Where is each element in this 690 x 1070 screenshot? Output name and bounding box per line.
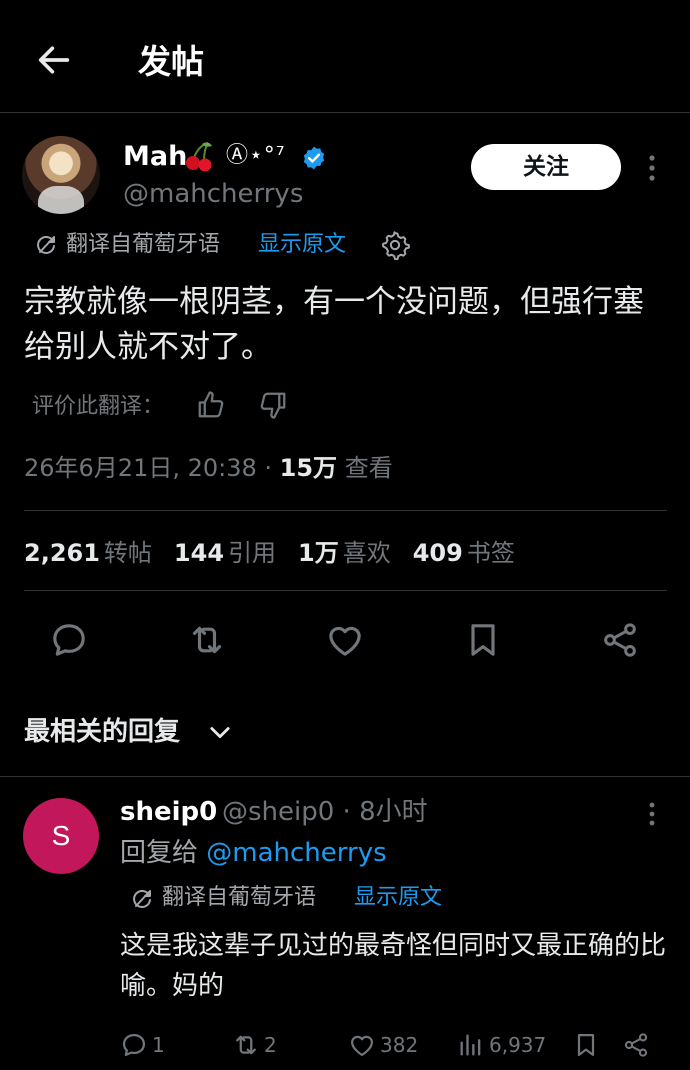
divider: [0, 776, 690, 777]
show-original-link[interactable]: 显示原文: [258, 229, 346, 261]
reply-show-original-link[interactable]: 显示原文: [354, 882, 442, 914]
page-title: 发帖: [138, 42, 204, 81]
follow-button[interactable]: 关注: [471, 144, 621, 190]
view-count: 6,937: [489, 1033, 547, 1057]
like-heart-icon: [350, 1035, 374, 1057]
reposts-label[interactable]: 转帖: [104, 539, 152, 567]
views-count: 15万: [279, 454, 338, 482]
reply-count: 1: [152, 1033, 165, 1057]
replies-sort-toggle[interactable]: 最相关的回复: [24, 714, 180, 750]
views-label: 查看: [337, 454, 393, 482]
top-bar: [0, 0, 690, 113]
more-options-icon[interactable]: [640, 150, 664, 186]
likes-count[interactable]: 1万: [298, 539, 339, 567]
gear-icon[interactable]: [380, 230, 410, 260]
bookmark-icon[interactable]: [463, 620, 503, 660]
rate-translation-label: 评价此翻译：: [32, 394, 165, 419]
cherry-icon: [186, 142, 212, 172]
translate-icon: [133, 890, 151, 908]
bookmarks-count[interactable]: 409: [413, 539, 463, 567]
author-avatar[interactable]: [22, 136, 100, 214]
reply-like-button[interactable]: 382: [348, 1030, 418, 1060]
thumbs-down-icon[interactable]: [258, 390, 288, 420]
author-name[interactable]: Mah: [123, 140, 187, 174]
reply-translation-label: 翻译自葡萄牙语: [162, 885, 317, 910]
repost-icon: [236, 1035, 256, 1055]
reposts-count[interactable]: 2,261: [24, 539, 100, 567]
reply-icon[interactable]: [49, 620, 89, 660]
like-count: 382: [380, 1033, 419, 1057]
likes-label[interactable]: 喜欢: [343, 539, 391, 567]
quotes-label[interactable]: 引用: [228, 539, 276, 567]
reply-views-button[interactable]: 6,937: [457, 1030, 546, 1060]
like-heart-icon[interactable]: [325, 620, 365, 660]
share-icon[interactable]: [600, 620, 640, 660]
quotes-count[interactable]: 144: [174, 539, 224, 567]
bookmark-icon: [577, 1033, 595, 1057]
repost-icon[interactable]: [187, 620, 227, 660]
thumbs-up-icon[interactable]: [196, 390, 226, 420]
post-text: 宗教就像一根阴茎，有一个没问题，但强行塞给别人就不对了。: [24, 284, 644, 365]
replying-to-handle[interactable]: @mahcherrys: [206, 838, 386, 868]
reply-author-name[interactable]: sheip0: [120, 795, 217, 829]
back-arrow-icon[interactable]: [34, 40, 74, 80]
reply-avatar[interactable]: S: [23, 798, 99, 874]
divider: [24, 590, 667, 591]
post-timestamp: 26年6月21日, 20:38 ·: [24, 454, 280, 482]
reply-bookmark-button[interactable]: [572, 1030, 600, 1060]
post-stats: 2,261 转帖 144 引用 1万 喜欢 409 书签: [24, 536, 537, 570]
replying-to: 回复给 @mahcherrys: [120, 835, 387, 871]
more-options-icon[interactable]: [640, 798, 664, 830]
reply-repost-button[interactable]: 2: [232, 1030, 277, 1060]
post-metadata: 26年6月21日, 20:38 · 15万 查看: [24, 451, 393, 485]
share-icon: [624, 1033, 648, 1057]
verified-badge-icon: [303, 146, 325, 170]
reply-share-button[interactable]: [622, 1030, 650, 1060]
reply-author-handle[interactable]: @sheip0 · 8小时: [222, 795, 428, 829]
author-name-suffix: Ⓐ⋆°⁷: [226, 143, 286, 168]
bookmarks-label[interactable]: 书签: [467, 539, 515, 567]
reply-reply-button[interactable]: 1: [120, 1030, 165, 1060]
repost-count: 2: [264, 1033, 277, 1057]
reply-text: 这是我这辈子见过的最奇怪但同时又最正确的比喻。妈的: [120, 931, 667, 1001]
reply-icon: [122, 1033, 146, 1057]
chevron-down-icon[interactable]: [206, 718, 234, 746]
translation-label: 翻译自葡萄牙语: [66, 232, 221, 257]
translate-icon: [37, 236, 55, 254]
views-chart-icon: [460, 1034, 481, 1056]
author-handle[interactable]: @mahcherrys: [123, 177, 303, 211]
divider: [24, 510, 667, 511]
replying-to-label: 回复给: [120, 838, 207, 868]
